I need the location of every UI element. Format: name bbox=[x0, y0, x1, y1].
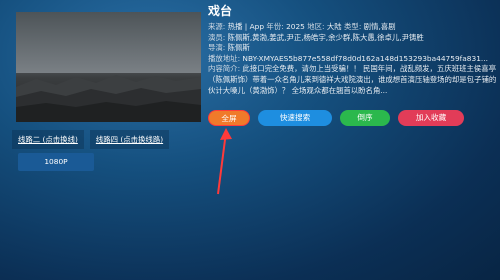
reverse-order-button[interactable]: 倒序 bbox=[340, 110, 390, 126]
source-label: 来源: bbox=[208, 22, 226, 31]
cast-value: 陈佩斯,黄渤,姜武,尹正,杨皓宇,余少群,陈大愚,徐卓儿,尹铸胜 bbox=[227, 32, 424, 42]
region-value: 大陆 bbox=[326, 22, 342, 31]
action-buttons: 全屏 快速搜索 倒序 加入收藏 bbox=[208, 110, 464, 126]
genre-label: 类型: bbox=[344, 22, 362, 31]
thumbnail-sky bbox=[16, 12, 201, 73]
director-row: 导演: 陈佩斯 bbox=[208, 43, 498, 54]
director-label: 导演: bbox=[208, 43, 226, 53]
source-value: 热播 | App bbox=[227, 22, 265, 31]
cast-label: 演员: bbox=[208, 32, 226, 42]
summary-row: 内容简介: 此接口完全免费，请勿上当受骗！！ 民国年间，战乱频发，五庆班班主侯喜… bbox=[208, 64, 498, 96]
url-row: 播放地址: NBY-XMYAES5b877e558df78d0d162a148d… bbox=[208, 54, 498, 65]
episode-1080p-button[interactable]: 1080P bbox=[18, 153, 94, 171]
cast-row: 演员: 陈佩斯,黄渤,姜武,尹正,杨皓宇,余少群,陈大愚,徐卓儿,尹铸胜 bbox=[208, 33, 498, 44]
details-panel: 戏台 来源: 热播 | App 年份: 2025 地区: 大陆 类型: 剧情,喜… bbox=[208, 2, 498, 96]
year-label: 年份: bbox=[266, 22, 284, 31]
show-title: 戏台 bbox=[208, 4, 233, 18]
add-favorite-button[interactable]: 加入收藏 bbox=[398, 110, 464, 126]
route-item[interactable]: 线路二 (点击换线) bbox=[12, 130, 84, 149]
genre-value: 剧情,喜剧 bbox=[363, 22, 396, 31]
video-thumbnail[interactable] bbox=[16, 12, 201, 122]
fullscreen-button[interactable]: 全屏 bbox=[208, 110, 250, 126]
summary-value: 此接口完全免费，请勿上当受骗！！ 民国年间，战乱频发，五庆班班主侯喜亭（陈佩斯饰… bbox=[208, 64, 497, 95]
summary-label: 内容简介: bbox=[208, 64, 241, 74]
route-list: 线路二 (点击换线) 线路四 (点击换线路) bbox=[12, 130, 170, 149]
route-item[interactable]: 线路四 (点击换线路) bbox=[89, 130, 170, 149]
annotation-arrow-icon bbox=[217, 128, 232, 195]
year-value: 2025 bbox=[286, 22, 305, 31]
region-label: 地区: bbox=[307, 22, 325, 31]
url-value: NBY-XMYAES5b877e558df78d0d162a148d153293… bbox=[242, 53, 488, 63]
director-value: 陈佩斯 bbox=[227, 43, 250, 53]
quick-search-button[interactable]: 快速搜索 bbox=[258, 110, 332, 126]
meta-row: 来源: 热播 | App 年份: 2025 地区: 大陆 类型: 剧情,喜剧 bbox=[208, 22, 498, 33]
rooftops-image bbox=[16, 75, 201, 122]
url-label: 播放地址: bbox=[208, 53, 241, 63]
